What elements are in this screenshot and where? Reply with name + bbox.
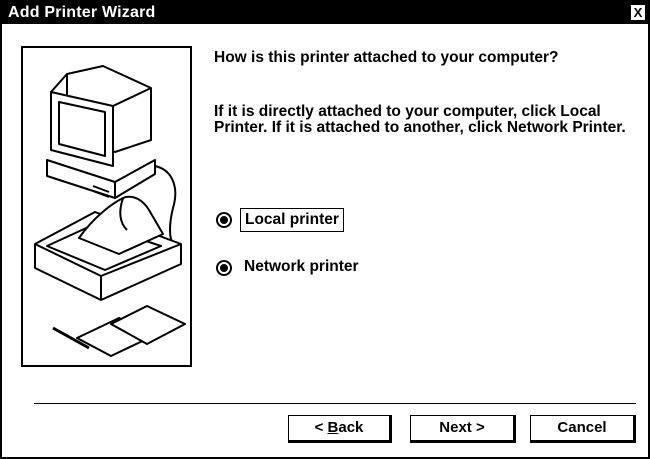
cancel-button[interactable]: Cancel — [530, 415, 636, 443]
back-rest: ack — [338, 419, 364, 436]
local-printer-radio[interactable] — [216, 212, 232, 228]
instructions-text: If it is directly attached to your compu… — [214, 103, 626, 136]
computer-printer-icon — [34, 65, 186, 357]
close-icon: X — [633, 5, 643, 20]
question-text: How is this printer attached to your com… — [214, 49, 559, 66]
window-title: Add Printer Wizard — [8, 4, 156, 21]
cancel-label: Cancel — [557, 419, 607, 436]
computer-printer-illustration — [21, 46, 192, 367]
back-mnemonic: B — [327, 419, 339, 436]
network-printer-label[interactable]: Network printer — [244, 258, 359, 276]
radio-selected-dot — [220, 264, 228, 272]
separator-line — [34, 403, 636, 404]
title-bar[interactable]: Add Printer Wizard X — [2, 2, 648, 24]
add-printer-wizard-window: Add Printer Wizard X How is this printer… — [0, 0, 650, 459]
back-prefix: < — [314, 419, 328, 436]
radio-selected-dot — [220, 216, 228, 224]
back-button[interactable]: < Back — [288, 415, 392, 443]
next-button[interactable]: Next > — [410, 415, 516, 443]
close-button[interactable]: X — [631, 5, 645, 20]
local-printer-label[interactable]: Local printer — [240, 208, 344, 232]
next-label: Next > — [439, 419, 485, 436]
network-printer-radio[interactable] — [216, 260, 232, 276]
